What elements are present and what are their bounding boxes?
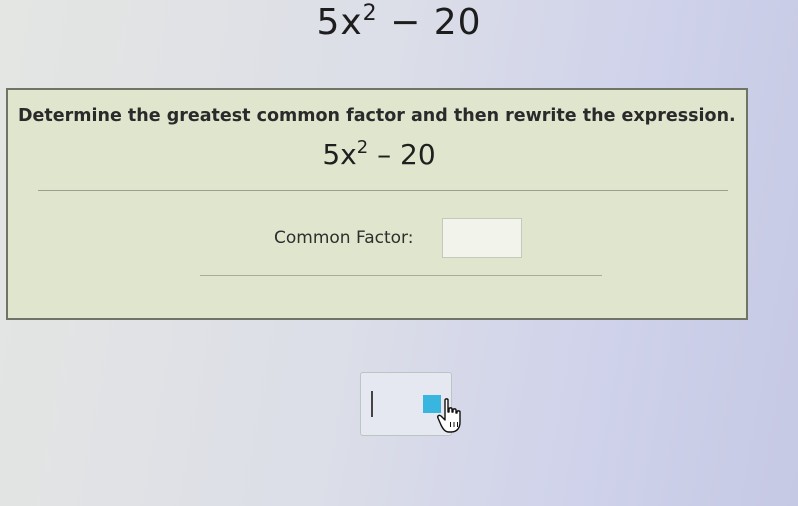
- question-expression-tail: – 20: [368, 138, 436, 171]
- question-expression: 5x2 – 20: [8, 138, 750, 171]
- top-expression-exponent: 2: [362, 1, 378, 26]
- question-expression-exponent: 2: [356, 137, 369, 158]
- top-expression: 5x2 − 20: [0, 0, 798, 48]
- top-expression-base: 5x: [316, 2, 363, 43]
- common-factor-label: Common Factor:: [274, 228, 414, 248]
- top-expression-tail: − 20: [377, 2, 482, 43]
- hand-pointer-icon: [437, 398, 461, 433]
- common-factor-input[interactable]: [442, 218, 522, 258]
- question-expression-base: 5x: [322, 138, 357, 171]
- divider: [200, 275, 602, 276]
- divider: [38, 190, 728, 191]
- text-caret-icon: [371, 391, 373, 417]
- instruction-text: Determine the greatest common factor and…: [18, 106, 736, 126]
- question-panel: Determine the greatest common factor and…: [6, 88, 748, 320]
